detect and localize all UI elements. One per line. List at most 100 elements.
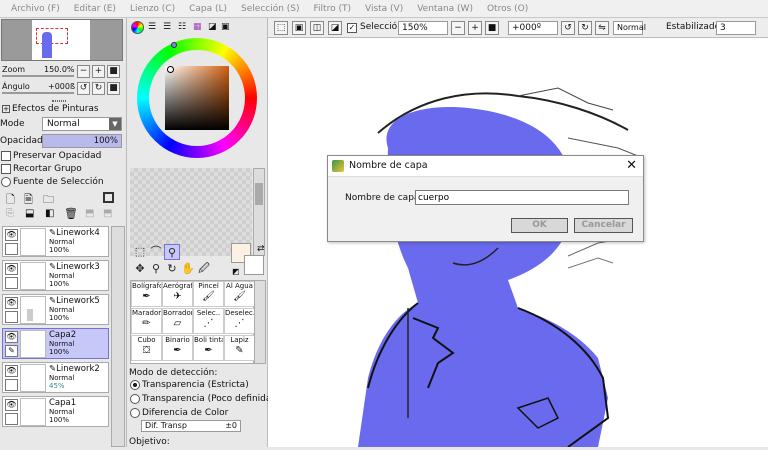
eye-icon[interactable]: 👁 bbox=[5, 229, 18, 241]
layers-scrollbar[interactable] bbox=[111, 226, 125, 447]
copy-layer-icon[interactable]: ⎘ bbox=[6, 208, 14, 219]
panel-splitter[interactable] bbox=[52, 100, 66, 102]
layer-row-linework4[interactable]: 👁 ✎Linework4 Normal 100% bbox=[2, 226, 109, 257]
mode-combo[interactable]: Normal bbox=[613, 21, 646, 35]
rotate-tool-icon[interactable]: ↻ bbox=[164, 261, 180, 277]
brush-marador[interactable]: Marador ✏ bbox=[131, 308, 162, 334]
layer-row-capa1[interactable]: 👁 Capa1 Normal 100% bbox=[2, 396, 109, 427]
rotate-reset-button[interactable]: ■ bbox=[107, 82, 120, 95]
angle-slider[interactable] bbox=[2, 92, 74, 94]
layer-row-linework3[interactable]: 👁 ✎Linework3 Normal 100% bbox=[2, 260, 109, 291]
brush-edit-icon[interactable]: ✎ bbox=[5, 345, 18, 357]
brush-boligrafo[interactable]: Bolígrafo ✒ bbox=[131, 281, 162, 307]
swatches-scrollbar[interactable] bbox=[253, 168, 265, 256]
zoom-slider[interactable] bbox=[2, 75, 74, 77]
eyedropper-icon[interactable]: 🖉 bbox=[196, 261, 212, 277]
lock-toggle[interactable] bbox=[5, 243, 18, 255]
eye-icon[interactable]: 👁 bbox=[5, 331, 18, 343]
show-selection-icon[interactable]: ◫ bbox=[310, 21, 324, 35]
zoom-reset-button[interactable]: ■ bbox=[107, 65, 120, 78]
rotate-right-icon[interactable]: ↻ bbox=[578, 21, 592, 35]
lock-toggle[interactable] bbox=[5, 379, 18, 391]
layer-row-linework5[interactable]: 👁 ✎Linework5 Normal 100% bbox=[2, 294, 109, 325]
detection-option-strict-radio[interactable] bbox=[130, 380, 140, 390]
zoom-tool-icon[interactable]: ⚲ bbox=[148, 261, 164, 277]
brush-boli-tinta[interactable]: Boli tinta ✒ bbox=[193, 335, 224, 361]
ok-button[interactable]: OK bbox=[511, 218, 568, 233]
close-icon[interactable]: ✕ bbox=[626, 158, 637, 173]
deselect-icon[interactable]: ⬚ bbox=[274, 21, 288, 35]
hue-picker-handle[interactable] bbox=[171, 42, 177, 48]
layer-panel-menu-icon[interactable] bbox=[103, 192, 114, 203]
layer-name-input[interactable] bbox=[415, 190, 629, 205]
zoom-out-button[interactable]: − bbox=[451, 21, 465, 35]
default-colors-icon[interactable]: ◩ bbox=[232, 267, 240, 276]
detection-option-color-radio[interactable] bbox=[130, 408, 140, 418]
menu-seleccion[interactable]: Selección (S) bbox=[234, 4, 307, 14]
brush-grid-scrollbar[interactable] bbox=[254, 280, 266, 364]
saturation-value-square[interactable] bbox=[165, 66, 229, 130]
flip-horizontal-icon[interactable]: ⇋ bbox=[595, 21, 609, 35]
clip-group-checkbox[interactable] bbox=[1, 164, 11, 174]
brush-pincel[interactable]: Pincel 🖌 bbox=[193, 281, 224, 307]
brush-deselec[interactable]: Deselec.. ⋰ bbox=[224, 308, 255, 334]
clear-layer-icon[interactable]: ◧ bbox=[45, 208, 54, 219]
selection-edge-icon[interactable]: ◪ bbox=[328, 21, 342, 35]
merge-down-icon[interactable]: ⬓ bbox=[25, 208, 34, 219]
layer-row-linework2[interactable]: 👁 ✎Linework2 Normal 45% bbox=[2, 362, 109, 393]
rgb-slider-tab-icon[interactable]: ☰ bbox=[148, 22, 156, 32]
scratchpad-tab-icon[interactable]: ◪ bbox=[208, 22, 217, 32]
zoom-in-button[interactable]: + bbox=[92, 65, 105, 78]
blend-mode-select[interactable]: Normal ▼ bbox=[42, 117, 122, 131]
hand-tool-icon[interactable]: ✋ bbox=[180, 261, 196, 277]
lasso-icon[interactable]: ⌒ bbox=[148, 244, 164, 260]
transparency-diff-slider[interactable]: Dif. Transp ±0 bbox=[141, 420, 241, 432]
menu-ventana[interactable]: Ventana (W) bbox=[410, 4, 480, 14]
invert-selection-icon[interactable]: ▣ bbox=[292, 21, 306, 35]
swap-colors-icon[interactable]: ⇄ bbox=[257, 244, 265, 254]
preserve-opacity-checkbox[interactable] bbox=[1, 151, 11, 161]
sv-picker-handle[interactable] bbox=[167, 66, 174, 73]
brush-selec[interactable]: Selec.. ⋰ bbox=[193, 308, 224, 334]
secondary-color-swatch[interactable] bbox=[244, 255, 264, 275]
rotate-left-icon[interactable]: ↺ bbox=[561, 21, 575, 35]
layer-row-capa2[interactable]: 👁 ✎ Capa2 Normal 100% bbox=[2, 328, 109, 359]
detection-option-loose-radio[interactable] bbox=[130, 394, 140, 404]
lock-toggle[interactable] bbox=[5, 277, 18, 289]
menu-otros[interactable]: Otros (O) bbox=[480, 4, 535, 14]
layer-up-icon[interactable]: ⬒ bbox=[85, 208, 94, 219]
zoom-combo[interactable]: 150% bbox=[398, 21, 448, 35]
dialog-titlebar[interactable]: Nombre de capa ✕ bbox=[328, 156, 643, 177]
color-mix-tab-icon[interactable]: ☷ bbox=[178, 22, 186, 32]
opacity-slider[interactable]: 100% bbox=[42, 134, 122, 148]
swatches-tab-icon[interactable]: ▦ bbox=[193, 22, 202, 32]
eye-icon[interactable]: 👁 bbox=[5, 263, 18, 275]
menu-capa[interactable]: Capa (L) bbox=[182, 4, 234, 14]
user-color-tab-icon[interactable]: ▣ bbox=[221, 22, 230, 32]
move-icon[interactable]: ✥ bbox=[132, 261, 148, 277]
menu-lienzo[interactable]: Lienzo (C) bbox=[123, 4, 182, 14]
eye-icon[interactable]: 👁 bbox=[5, 297, 18, 309]
brush-borrador[interactable]: Borrador ▱ bbox=[162, 308, 193, 334]
brush-aerografo[interactable]: Aerógraf ✈ bbox=[162, 281, 193, 307]
rotate-right-button[interactable]: ↻ bbox=[92, 82, 105, 95]
zoom-in-button[interactable]: + bbox=[468, 21, 482, 35]
brush-cubo[interactable]: Cubo ⛋ bbox=[131, 335, 162, 361]
magic-wand-icon[interactable]: ⚲ bbox=[164, 244, 180, 260]
lock-toggle[interactable] bbox=[5, 311, 18, 323]
selection-checkbox[interactable]: ✓ bbox=[347, 23, 357, 33]
menu-editar[interactable]: Editar (E) bbox=[67, 4, 123, 14]
effects-header[interactable]: + Efectos de Pinturas bbox=[0, 104, 126, 116]
lock-toggle[interactable] bbox=[5, 413, 18, 425]
zoom-fit-button[interactable]: ■ bbox=[485, 21, 499, 35]
menu-filtro[interactable]: Filtro (T) bbox=[307, 4, 358, 14]
cancel-button[interactable]: Cancelar bbox=[574, 218, 633, 233]
brush-al-agua[interactable]: Al Agua 🖌 bbox=[224, 281, 255, 307]
rotate-left-button[interactable]: ↺ bbox=[77, 82, 90, 95]
hsv-slider-tab-icon[interactable]: ☰ bbox=[163, 22, 171, 32]
brush-lapiz[interactable]: Lapiz ✎ bbox=[224, 335, 255, 361]
navigator-preview[interactable] bbox=[1, 19, 123, 61]
brush-binario[interactable]: Binario ✒ bbox=[162, 335, 193, 361]
swatches-scroll-thumb[interactable] bbox=[255, 183, 263, 205]
selection-source-radio[interactable] bbox=[1, 177, 11, 187]
